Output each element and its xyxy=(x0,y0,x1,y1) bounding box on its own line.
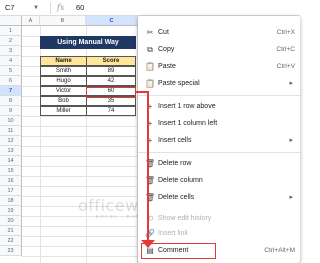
row-header[interactable]: 12 xyxy=(0,136,22,146)
select-all-corner[interactable] xyxy=(0,16,22,26)
chevron-right-icon: ▸ xyxy=(289,137,293,144)
scissors-icon: ✂ xyxy=(146,28,154,37)
menu-label: Delete cells xyxy=(158,194,195,201)
menu-label: Insert cells xyxy=(158,137,192,144)
row-header[interactable]: 6 xyxy=(0,76,22,86)
menu-item-delete-cells[interactable]: 🗑 Delete cells ▸ xyxy=(138,190,300,206)
menu-item-delete-column[interactable]: 🗑 Delete column xyxy=(138,173,300,189)
score-cell[interactable]: 74 xyxy=(86,106,136,116)
row-header[interactable]: 16 xyxy=(0,176,22,186)
selected-cell-highlight xyxy=(86,87,136,98)
table-title[interactable]: Using Manual Way xyxy=(40,36,136,49)
menu-item-paste-special[interactable]: 📋 Paste special ▸ xyxy=(138,76,300,92)
trash-icon: 🗑 xyxy=(144,176,156,185)
annotation-arrow-line xyxy=(147,91,149,241)
row-header[interactable]: 15 xyxy=(0,166,22,176)
menu-label: Insert 1 column left xyxy=(158,120,218,127)
clipboard-icon: 📋 xyxy=(145,79,155,88)
menu-shortcut: Ctrl+C xyxy=(276,46,295,53)
row-header[interactable]: 8 xyxy=(0,96,22,106)
menu-label: Paste special xyxy=(158,80,200,87)
table-header-name[interactable]: Name xyxy=(40,56,87,66)
menu-shortcut: Ctrl+V xyxy=(276,63,295,70)
menu-label: Insert 1 row above xyxy=(158,103,216,110)
name-cell[interactable]: Miller xyxy=(40,106,87,116)
menu-item-insert-cells[interactable]: + Insert cells ▸ xyxy=(138,133,300,149)
row-header[interactable]: 11 xyxy=(0,126,22,136)
plus-icon: + xyxy=(147,119,153,128)
row-header[interactable]: 7 xyxy=(0,86,22,96)
context-menu: ✂ Cut Ctrl+X ⧉ Copy Ctrl+C 📋 Paste Ctrl+… xyxy=(138,16,300,263)
menu-item-insert-column-left[interactable]: + Insert 1 column left xyxy=(138,116,300,132)
menu-label: Delete row xyxy=(158,160,192,167)
row-header[interactable]: 10 xyxy=(0,116,22,126)
arrow-down-icon xyxy=(141,240,155,248)
column-header-b[interactable]: B xyxy=(40,16,86,26)
column-header-c[interactable]: C xyxy=(86,16,138,26)
name-cell[interactable]: Bob xyxy=(40,96,87,106)
row-header[interactable]: 4 xyxy=(0,56,22,66)
menu-item-copy[interactable]: ⧉ Copy Ctrl+C xyxy=(138,42,300,58)
menu-item-insert-row-above[interactable]: + Insert 1 row above xyxy=(138,99,300,115)
score-cell[interactable]: 89 xyxy=(86,66,136,76)
chevron-right-icon: ▸ xyxy=(289,80,293,87)
menu-shortcut: Ctrl+Alt+M xyxy=(264,247,295,254)
plus-icon: + xyxy=(147,102,153,111)
name-cell[interactable]: Hugo xyxy=(40,76,87,86)
copy-icon: ⧉ xyxy=(147,45,153,54)
column-header-a[interactable]: A xyxy=(22,16,40,26)
row-header[interactable]: 17 xyxy=(0,186,22,196)
menu-label: Delete column xyxy=(158,177,203,184)
formula-bar-divider xyxy=(50,2,51,14)
row-header[interactable]: 23 xyxy=(0,246,22,256)
row-header[interactable]: 9 xyxy=(0,106,22,116)
history-icon: ⟲ xyxy=(146,214,154,223)
menu-item-delete-row[interactable]: 🗑 Delete row xyxy=(138,156,300,172)
row-header[interactable]: 21 xyxy=(0,226,22,236)
row-header[interactable]: 18 xyxy=(0,196,22,206)
menu-item-paste[interactable]: 📋 Paste Ctrl+V xyxy=(138,59,300,75)
row-header[interactable]: 5 xyxy=(0,66,22,76)
row-header[interactable]: 19 xyxy=(0,206,22,216)
menu-divider xyxy=(138,152,300,153)
chevron-right-icon: ▸ xyxy=(289,194,293,201)
trash-icon: 🗑 xyxy=(144,159,156,168)
menu-label: Show edit history xyxy=(158,215,212,222)
menu-item-show-edit-history[interactable]: ⟲ Show edit history xyxy=(138,211,300,227)
formula-bar: C7 ▼ fx 60 xyxy=(0,0,300,16)
row-header[interactable]: 3 xyxy=(0,46,22,56)
row-header[interactable]: 20 xyxy=(0,216,22,226)
row-header[interactable]: 22 xyxy=(0,236,22,246)
row-header[interactable]: 1 xyxy=(0,26,22,36)
function-icon: fx xyxy=(57,3,65,12)
menu-divider xyxy=(138,95,300,96)
table-header-score[interactable]: Score xyxy=(86,56,136,66)
name-cell[interactable]: Victor xyxy=(40,86,87,96)
formula-input[interactable]: 60 xyxy=(76,1,84,15)
menu-label: Copy xyxy=(158,46,175,53)
menu-item-cut[interactable]: ✂ Cut Ctrl+X xyxy=(138,25,300,41)
row-header[interactable]: 14 xyxy=(0,156,22,166)
name-box-dropdown-icon[interactable]: ▼ xyxy=(33,1,39,15)
menu-item-insert-link[interactable]: 🔗 Insert link xyxy=(138,226,300,242)
clipboard-icon: 📋 xyxy=(145,62,155,71)
name-box[interactable]: C7 xyxy=(3,1,47,15)
menu-shortcut: Ctrl+X xyxy=(276,29,295,36)
score-cell[interactable]: 42 xyxy=(86,76,136,86)
menu-label: Cut xyxy=(158,29,169,36)
name-cell[interactable]: Smith xyxy=(40,66,87,76)
menu-label: Paste xyxy=(158,63,176,70)
menu-label: Insert link xyxy=(158,230,188,237)
trash-icon: 🗑 xyxy=(144,193,156,202)
row-header[interactable]: 13 xyxy=(0,146,22,156)
row-header[interactable]: 2 xyxy=(0,36,22,46)
plus-icon: + xyxy=(147,136,153,145)
